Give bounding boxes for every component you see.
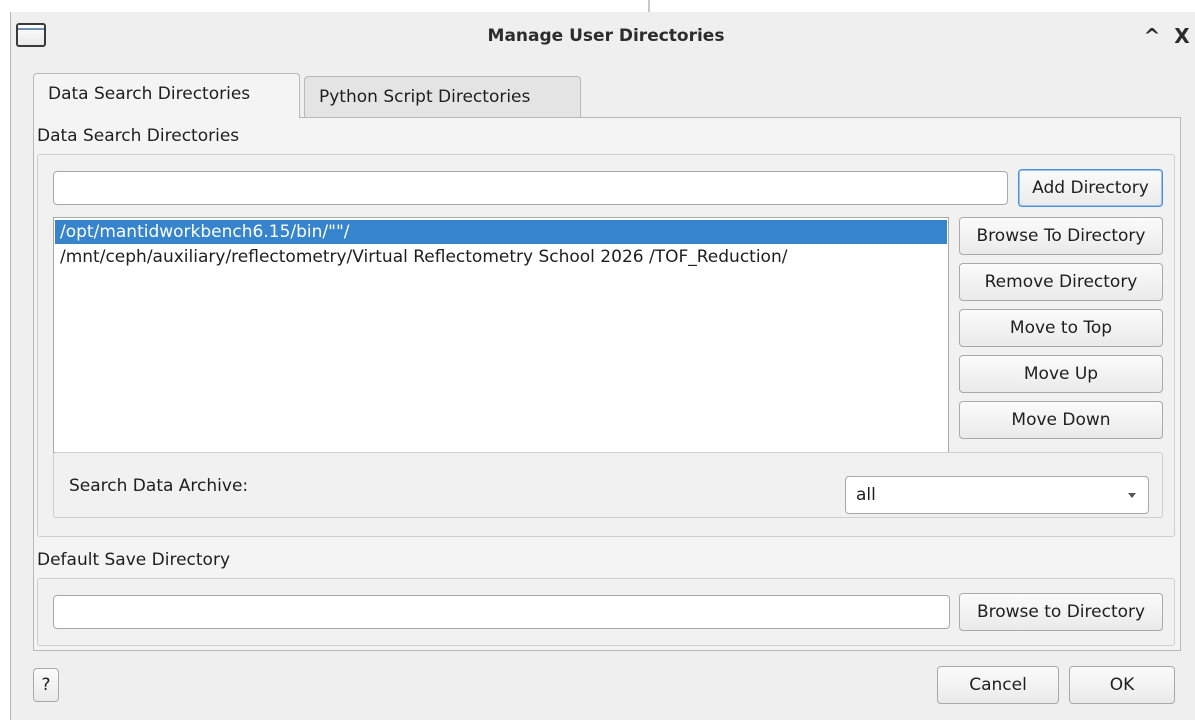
search-data-archive-value: all [856, 485, 876, 505]
chevron-down-icon[interactable] [1128, 493, 1136, 498]
background-left-edge [0, 12, 10, 720]
background-strip [0, 0, 1195, 12]
close-icon[interactable]: X [1171, 24, 1193, 48]
default-save-section-label: Default Save Directory [37, 550, 231, 570]
manage-user-directories-dialog: Manage User Directories ^ X Data Search … [10, 12, 1195, 720]
directory-list[interactable]: /opt/mantidworkbench6.15/bin/""/ /mnt/ce… [53, 217, 949, 453]
move-to-top-button[interactable]: Move to Top [959, 309, 1163, 347]
move-up-button[interactable]: Move Up [959, 355, 1163, 393]
tab-python-script-directories[interactable]: Python Script Directories [304, 76, 581, 118]
move-down-button[interactable]: Move Down [959, 401, 1163, 439]
background-divider [648, 0, 650, 12]
cancel-button[interactable]: Cancel [937, 666, 1059, 704]
search-data-archive-select[interactable]: all [845, 476, 1149, 514]
title-bar[interactable]: Manage User Directories ^ X [11, 12, 1195, 60]
list-item[interactable]: /mnt/ceph/auxiliary/reflectometry/Virtua… [55, 245, 947, 269]
add-directory-button[interactable]: Add Directory [1018, 169, 1163, 207]
window-title: Manage User Directories [487, 26, 725, 46]
list-item[interactable]: /opt/mantidworkbench6.15/bin/""/ [55, 220, 947, 244]
browse-to-directory-button[interactable]: Browse To Directory [959, 217, 1163, 255]
browse-save-directory-button[interactable]: Browse to Directory [959, 593, 1163, 631]
remove-directory-button[interactable]: Remove Directory [959, 263, 1163, 301]
search-data-archive-label: Search Data Archive: [69, 476, 249, 496]
data-search-section-label: Data Search Directories [37, 126, 240, 146]
default-save-directory-input[interactable] [53, 595, 950, 629]
tab-data-search-directories[interactable]: Data Search Directories [33, 73, 300, 118]
ok-button[interactable]: OK [1069, 666, 1175, 704]
help-button[interactable]: ? [33, 668, 59, 702]
chevron-up-icon[interactable]: ^ [1141, 24, 1163, 48]
new-directory-input[interactable] [53, 171, 1008, 205]
